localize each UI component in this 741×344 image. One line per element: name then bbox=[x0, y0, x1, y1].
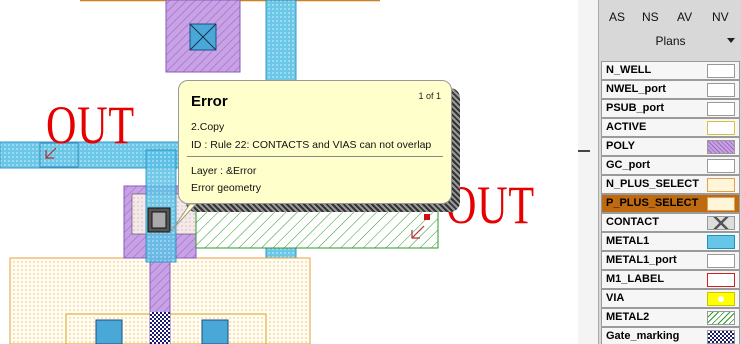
layer-swatch[interactable] bbox=[707, 197, 735, 211]
tooltip-geometry: Error geometry bbox=[191, 182, 262, 194]
tab-as[interactable]: AS bbox=[609, 10, 625, 24]
layer-name: M1_LABEL bbox=[606, 273, 665, 285]
layout-canvas[interactable]: OUT OUT Error 1 of 1 2.Copy ID : Rule 22… bbox=[0, 0, 578, 344]
tab-ns[interactable]: NS bbox=[642, 10, 659, 24]
layer-swatch[interactable] bbox=[707, 121, 735, 135]
layer-swatch[interactable] bbox=[707, 292, 735, 306]
layer-name: Gate_marking bbox=[606, 330, 680, 342]
tooltip-divider bbox=[187, 156, 443, 157]
layer-panel: AS NS AV NV Plans N_WELL NWEL_port PSUB_po… bbox=[598, 0, 741, 344]
chevron-down-icon[interactable] bbox=[727, 38, 735, 43]
layer-swatch[interactable] bbox=[707, 254, 735, 268]
layer-row-metal1[interactable]: METAL1 bbox=[601, 232, 740, 251]
layer-row-active[interactable]: ACTIVE bbox=[601, 118, 740, 137]
layer-row-m1-label[interactable]: M1_LABEL bbox=[601, 270, 740, 289]
layer-row-gc-port[interactable]: GC_port bbox=[601, 156, 740, 175]
layer-name: PSUB_port bbox=[606, 102, 665, 114]
layer-name: METAL2 bbox=[606, 311, 650, 323]
layer-row-n-plus-select[interactable]: N_PLUS_SELECT bbox=[601, 175, 740, 194]
error-tooltip: Error 1 of 1 2.Copy ID : Rule 22: CONTAC… bbox=[169, 80, 460, 233]
tooltip-item: 2.Copy bbox=[191, 121, 225, 133]
layer-name: GC_port bbox=[606, 159, 650, 171]
layer-name: NWEL_port bbox=[606, 83, 666, 95]
splitter-grip[interactable] bbox=[578, 150, 590, 152]
tooltip-layer: Layer : &Error bbox=[191, 165, 257, 177]
plans-dropdown[interactable]: Plans bbox=[599, 34, 741, 48]
layer-row-via[interactable]: VIA bbox=[601, 289, 740, 308]
layer-swatch[interactable] bbox=[707, 102, 735, 116]
layer-swatch[interactable] bbox=[707, 216, 735, 230]
layer-swatch[interactable] bbox=[707, 83, 735, 97]
layer-row-p-plus-select[interactable]: P_PLUS_SELECT bbox=[601, 194, 740, 213]
layer-row-contact[interactable]: CONTACT bbox=[601, 213, 740, 232]
layer-row-gate-marking[interactable]: Gate_marking bbox=[601, 327, 740, 344]
panel-splitter[interactable] bbox=[578, 0, 598, 344]
tooltip-body: Error 1 of 1 2.Copy ID : Rule 22: CONTAC… bbox=[178, 80, 452, 204]
tooltip-pointer bbox=[169, 204, 197, 233]
layer-swatch[interactable] bbox=[707, 330, 735, 344]
tab-av[interactable]: AV bbox=[677, 10, 692, 24]
layer-row-nwel-port[interactable]: NWEL_port bbox=[601, 80, 740, 99]
layer-swatch[interactable] bbox=[707, 178, 735, 192]
layer-name: METAL1 bbox=[606, 235, 650, 247]
tooltip-rule: ID : Rule 22: CONTACTS and VIAS can not … bbox=[191, 139, 432, 151]
layer-name: VIA bbox=[606, 292, 625, 304]
layer-name: N_PLUS_SELECT bbox=[606, 178, 699, 190]
tooltip-title: Error bbox=[191, 93, 228, 110]
layer-swatch[interactable] bbox=[707, 64, 735, 78]
layer-row-poly[interactable]: POLY bbox=[601, 137, 740, 156]
view-tabs: AS NS AV NV bbox=[599, 10, 741, 30]
layer-name: METAL1_port bbox=[606, 254, 677, 266]
layer-swatch[interactable] bbox=[707, 140, 735, 154]
layer-name: N_WELL bbox=[606, 64, 652, 76]
layer-row-n-well[interactable]: N_WELL bbox=[601, 61, 740, 80]
layer-row-psub-port[interactable]: PSUB_port bbox=[601, 99, 740, 118]
layer-row-metal2[interactable]: METAL2 bbox=[601, 308, 740, 327]
layer-name: P_PLUS_SELECT bbox=[606, 197, 699, 209]
layer-row-metal1-port[interactable]: METAL1_port bbox=[601, 251, 740, 270]
tooltip-page-indicator[interactable]: 1 of 1 bbox=[418, 91, 441, 101]
layer-swatch[interactable] bbox=[707, 235, 735, 249]
layer-swatch[interactable] bbox=[707, 311, 735, 325]
layer-swatch[interactable] bbox=[707, 273, 735, 287]
layer-name: POLY bbox=[606, 140, 635, 152]
layer-name: ACTIVE bbox=[606, 121, 647, 133]
out-label-left: OUT bbox=[46, 95, 135, 155]
layer-name: CONTACT bbox=[606, 216, 659, 228]
layer-swatch[interactable] bbox=[707, 159, 735, 173]
tab-nv[interactable]: NV bbox=[712, 10, 729, 24]
